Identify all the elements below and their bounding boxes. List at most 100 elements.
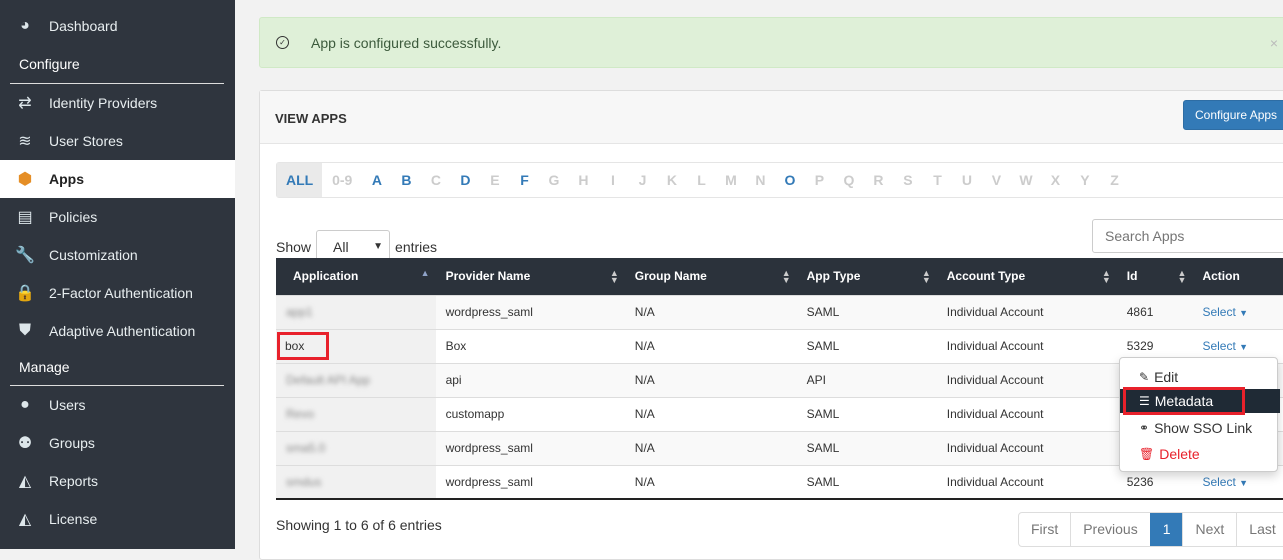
search-input[interactable]	[1092, 219, 1283, 253]
column-header-application[interactable]: Application ▲	[276, 258, 436, 295]
cell-text: customapp	[445, 407, 505, 421]
cell-text: N/A	[634, 407, 655, 421]
configure-apps-button[interactable]: Configure Apps	[1183, 100, 1283, 130]
header-label: Action	[1202, 269, 1240, 284]
sidebar-item-groups[interactable]: ⚉ Groups	[0, 424, 235, 462]
alpha-filter-s[interactable]: S	[893, 172, 923, 188]
alpha-filter-b[interactable]: B	[392, 172, 422, 188]
alpha-filter-v[interactable]: V	[982, 172, 1012, 188]
cell-application: Revo	[276, 396, 436, 431]
alpha-filter-c[interactable]: C	[421, 172, 451, 188]
menu-item-delete[interactable]: 🗑 Delete	[1120, 442, 1277, 466]
alpha-filter-o[interactable]: O	[775, 172, 805, 188]
page-last[interactable]: Last	[1236, 513, 1283, 546]
menu-item-edit[interactable]: ✎ Edit	[1120, 365, 1277, 389]
column-header-group-name[interactable]: Group Name ▲ ▼	[624, 258, 797, 295]
edit-icon: ✎	[1139, 370, 1150, 384]
users-icon: ⚉	[17, 435, 33, 452]
alpha-filter-x[interactable]: X	[1041, 172, 1071, 188]
cell-group-name: N/A	[624, 362, 797, 397]
cell-text: N/A	[634, 305, 655, 319]
cell-app-type: SAML	[796, 464, 937, 500]
app-name-blurred: app1	[286, 305, 313, 319]
sidebar-section-manage: Manage	[19, 359, 70, 375]
alphabet-filter: ALL 0-9 A B C D E F G H I J K L M N O P Q R S T U V W X Y Z	[276, 162, 1283, 198]
alpha-filter-e[interactable]: E	[480, 172, 510, 188]
alpha-filter-d[interactable]: D	[451, 172, 481, 188]
cell-action[interactable]: Select ▼	[1192, 294, 1283, 329]
shield-icon: ⛊	[18, 322, 31, 339]
cell-provider-name: wordpress_saml	[435, 464, 625, 500]
sort-icon: ▲ ▼	[609, 268, 619, 285]
table-info: Showing 1 to 6 of 6 entries	[276, 517, 442, 533]
sidebar-item-user-stores[interactable]: ≋ User Stores	[0, 122, 235, 160]
sidebar-item-apps[interactable]: ⬢ Apps	[0, 160, 235, 198]
sort-icon: ▲ ▼	[921, 268, 931, 285]
sidebar-item-policies[interactable]: ▤ Policies	[0, 198, 235, 236]
document-icon: ▤	[17, 209, 33, 226]
area-chart-icon: ◭	[18, 473, 32, 490]
header-label: App Type	[806, 269, 861, 284]
select-action-link[interactable]: Select ▼	[1202, 339, 1248, 353]
page-next[interactable]: Next	[1182, 513, 1236, 546]
column-header-provider-name[interactable]: Provider Name ▲ ▼	[435, 258, 625, 295]
alpha-filter-i[interactable]: I	[598, 172, 628, 188]
menu-item-metadata[interactable]: ☰ Metadata	[1120, 387, 1280, 415]
sidebar-item-users[interactable]: ● Users	[0, 386, 235, 424]
sidebar-item-2-factor-authentication[interactable]: 🔒 2-Factor Authentication	[0, 274, 235, 312]
close-icon[interactable]: ×	[1270, 35, 1278, 51]
alpha-filter-w[interactable]: W	[1011, 172, 1041, 188]
cell-application: box	[276, 328, 436, 363]
sidebar-item-license[interactable]: ◭ License	[0, 500, 235, 538]
sidebar-item-identity-providers[interactable]: ⇄ Identity Providers	[0, 84, 235, 122]
cell-provider-name: api	[435, 362, 625, 397]
alpha-filter-q[interactable]: Q	[834, 172, 864, 188]
show-label: Show	[276, 238, 312, 255]
alpha-filter-m[interactable]: M	[716, 172, 746, 188]
alpha-filter-k[interactable]: K	[657, 172, 687, 188]
alpha-filter-0-9[interactable]: 0-9	[322, 172, 362, 188]
view-apps-panel: VIEW APPS Configure Apps ALL 0-9 A B C D E F G H I…	[259, 90, 1283, 560]
alpha-filter-r[interactable]: R	[864, 172, 894, 188]
alpha-filter-g[interactable]: G	[539, 172, 569, 188]
select-action-link[interactable]: Select ▼	[1202, 305, 1248, 319]
alpha-filter-z[interactable]: Z	[1100, 172, 1130, 188]
caret-down-icon: ▼	[1239, 477, 1249, 488]
select-label: Select	[1202, 339, 1236, 353]
sidebar-item-customization[interactable]: 🔧 Customization	[0, 236, 235, 274]
sidebar-item-reports[interactable]: ◭ Reports	[0, 462, 235, 500]
cell-text: N/A	[634, 474, 655, 489]
sidebar-item-adaptive-authentication[interactable]: ⛊ Adaptive Authentication	[0, 312, 235, 350]
alpha-filter-all[interactable]: ALL	[277, 163, 323, 197]
page-1[interactable]: 1	[1149, 513, 1183, 546]
alpha-filter-t[interactable]: T	[923, 172, 953, 188]
alpha-filter-j[interactable]: J	[628, 172, 658, 188]
sidebar-item-dashboard[interactable]: ◕ Dashboard	[0, 7, 235, 45]
user-icon: ●	[20, 396, 30, 413]
cell-group-name: N/A	[624, 328, 797, 363]
alpha-filter-h[interactable]: H	[569, 172, 599, 188]
sidebar-item-label: Policies	[49, 209, 98, 225]
cell-app-type: SAML	[796, 430, 937, 465]
cell-text: SAML	[806, 339, 840, 353]
alpha-filter-p[interactable]: P	[805, 172, 835, 188]
column-header-account-type[interactable]: Account Type ▲ ▼	[936, 258, 1117, 295]
page-first[interactable]: First	[1019, 513, 1070, 546]
page-previous[interactable]: Previous	[1070, 513, 1149, 546]
menu-item-show-sso-link[interactable]: ⚭ Show SSO Link	[1120, 416, 1277, 440]
cell-id: 4861	[1116, 294, 1193, 329]
cell-text: wordpress_saml	[445, 305, 533, 319]
column-header-id[interactable]: Id ▲ ▼	[1116, 258, 1193, 295]
table-row: app1 wordpress_saml N/A SAML Individual Acco…	[276, 294, 1283, 329]
alpha-filter-u[interactable]: U	[952, 172, 982, 188]
success-alert: ✓ App is configured successfully. ×	[259, 17, 1283, 68]
select-action-link[interactable]: Select ▼	[1202, 475, 1248, 489]
alpha-filter-a[interactable]: A	[362, 172, 392, 188]
alpha-filter-f[interactable]: F	[510, 172, 540, 188]
cell-application: smdus	[276, 464, 436, 500]
column-header-app-type[interactable]: App Type ▲ ▼	[796, 258, 937, 295]
alpha-filter-y[interactable]: Y	[1070, 172, 1100, 188]
alpha-filter-n[interactable]: N	[746, 172, 776, 188]
alpha-filter-l[interactable]: L	[687, 172, 717, 188]
trash-icon: 🗑	[1139, 447, 1155, 461]
